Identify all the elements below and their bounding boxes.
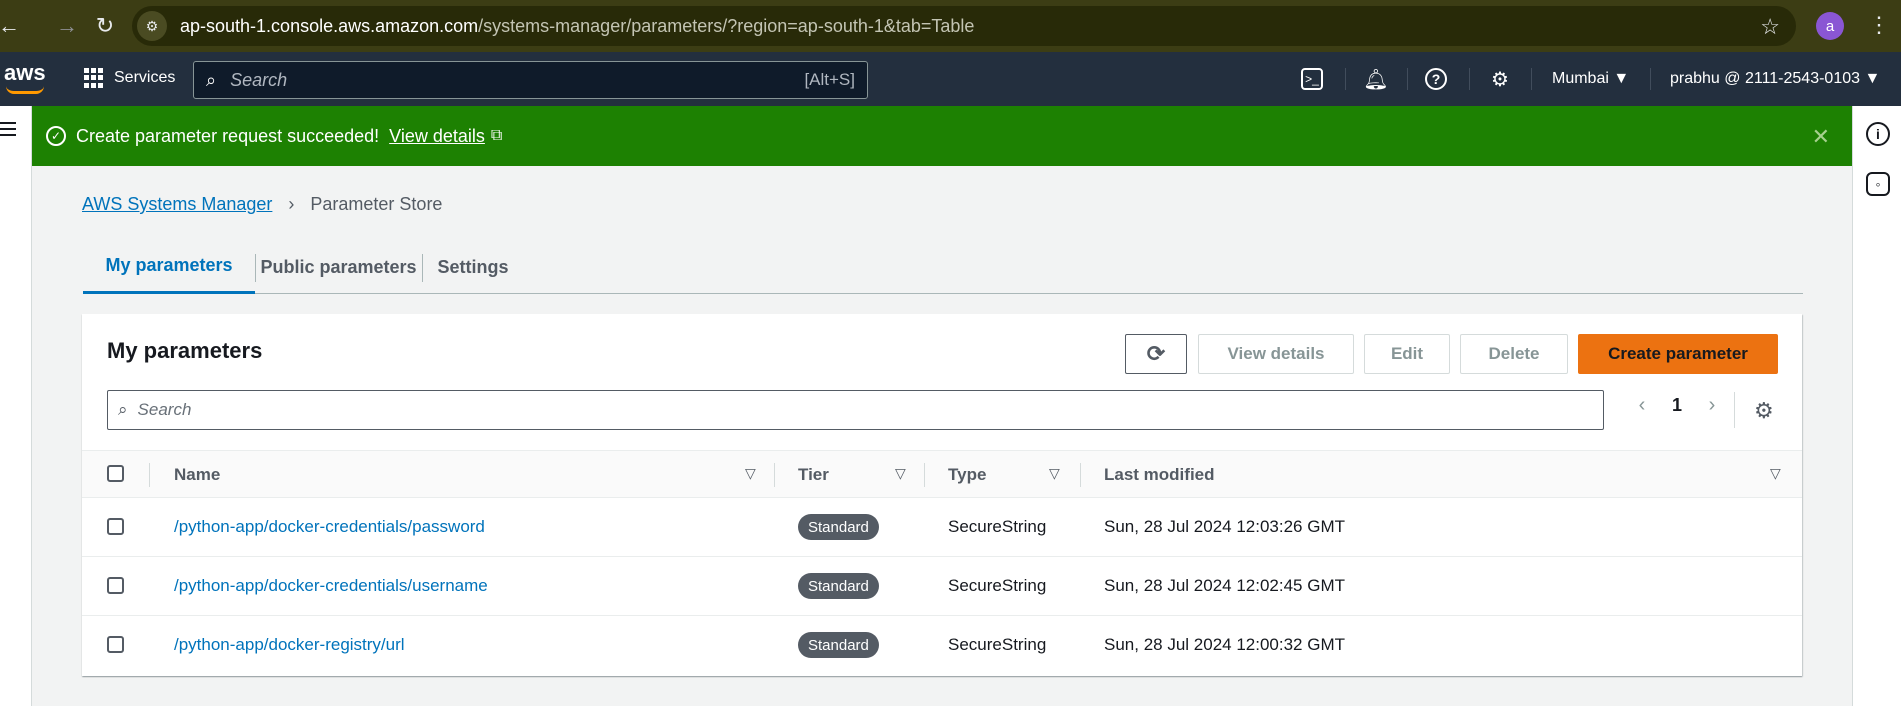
cloudshell-icon[interactable]: >_	[1301, 68, 1323, 90]
resources-hexagon-icon[interactable]: ◦	[1866, 172, 1890, 196]
create-parameter-button[interactable]: Create parameter	[1578, 334, 1778, 374]
flash-view-details-link[interactable]: View details	[389, 126, 485, 147]
help-icon[interactable]: ?	[1425, 68, 1447, 90]
region-selector[interactable]: Mumbai ▼	[1552, 70, 1629, 88]
aws-top-nav: aws Services ⌕ Search [Alt+S] >_ 🔔︎ ? ⚙ …	[0, 52, 1901, 106]
table-title: My parameters	[107, 338, 263, 363]
tab-bar: My parameters Public parameters Settings	[83, 240, 1803, 294]
parameter-type: SecureString	[948, 517, 1047, 536]
dismiss-close-icon[interactable]: ✕	[1812, 124, 1830, 150]
browser-menu-icon[interactable]: ⋮	[1868, 12, 1890, 38]
search-icon: ⌕	[206, 69, 217, 90]
select-all-checkbox[interactable]	[107, 465, 124, 482]
left-rail	[0, 106, 32, 706]
forward-arrow-icon[interactable]: →	[46, 5, 88, 47]
view-details-button[interactable]: View details	[1198, 334, 1354, 374]
main-content: AWS Systems Manager › Parameter Store My…	[32, 166, 1852, 706]
column-header-name[interactable]: Name	[174, 465, 220, 485]
sort-caret-icon[interactable]: ▽	[1049, 465, 1060, 482]
browser-toolbar: ← → ↻ ⚙ ap-south-1.console.aws.amazon.co…	[0, 0, 1901, 52]
column-divider	[774, 463, 775, 487]
settings-gear-icon[interactable]: ⚙	[1487, 66, 1513, 92]
parameters-search-input[interactable]: ⌕ Search	[107, 390, 1604, 430]
tab-settings[interactable]: Settings	[423, 240, 523, 294]
column-header-last-modified[interactable]: Last modified	[1104, 465, 1215, 485]
success-flashbar: ✓ Create parameter request succeeded! Vi…	[32, 106, 1852, 166]
tier-badge: Standard	[798, 573, 879, 599]
column-divider	[924, 463, 925, 487]
search-shortcut: [Alt+S]	[804, 70, 855, 89]
info-panel-icon[interactable]: i	[1866, 122, 1890, 146]
nav-divider	[1345, 68, 1346, 90]
services-grid-icon	[84, 68, 104, 88]
current-page[interactable]: 1	[1657, 395, 1697, 416]
column-divider	[149, 463, 150, 487]
site-settings-icon[interactable]: ⚙	[132, 6, 172, 46]
sort-caret-icon[interactable]: ▽	[895, 465, 906, 482]
last-modified: Sun, 28 Jul 2024 12:02:45 GMT	[1104, 576, 1345, 595]
tier-badge: Standard	[798, 514, 879, 540]
chevron-right-icon: ›	[288, 194, 295, 214]
tab-public-parameters[interactable]: Public parameters	[256, 240, 421, 294]
table-row[interactable]: /python-app/docker-credentials/password …	[82, 498, 1802, 557]
breadcrumb-current: Parameter Store	[310, 194, 443, 214]
table-header: Name ▽ Tier ▽ Type ▽ Last modified ▽	[82, 450, 1802, 498]
last-modified: Sun, 28 Jul 2024 12:00:32 GMT	[1104, 635, 1345, 654]
right-rail: i ◦	[1852, 106, 1901, 706]
last-modified: Sun, 28 Jul 2024 12:03:26 GMT	[1104, 517, 1345, 536]
services-menu[interactable]: Services	[84, 68, 175, 88]
services-label: Services	[114, 69, 176, 86]
parameter-type: SecureString	[948, 576, 1047, 595]
row-checkbox[interactable]	[107, 636, 124, 653]
sort-caret-icon[interactable]: ▽	[1770, 465, 1781, 482]
edit-button[interactable]: Edit	[1364, 334, 1450, 374]
table-preferences-gear-icon[interactable]: ⚙	[1754, 398, 1774, 424]
breadcrumb: AWS Systems Manager › Parameter Store	[82, 194, 442, 215]
pagination: ‹ 1 ›	[1627, 394, 1727, 417]
parameter-name-link[interactable]: /python-app/docker-credentials/username	[174, 576, 488, 596]
next-page-icon[interactable]: ›	[1697, 394, 1727, 417]
aws-search-input[interactable]: ⌕ Search [Alt+S]	[193, 61, 868, 99]
column-header-tier[interactable]: Tier	[798, 465, 829, 485]
address-bar[interactable]: ⚙ ap-south-1.console.aws.amazon.com/syst…	[132, 6, 1796, 46]
parameter-name-link[interactable]: /python-app/docker-registry/url	[174, 635, 405, 655]
breadcrumb-root-link[interactable]: AWS Systems Manager	[82, 194, 272, 215]
nav-divider	[1531, 68, 1532, 90]
delete-button[interactable]: Delete	[1460, 334, 1568, 374]
previous-page-icon[interactable]: ‹	[1627, 394, 1657, 417]
flash-message: Create parameter request succeeded!	[76, 125, 380, 146]
sort-caret-icon[interactable]: ▽	[745, 465, 756, 482]
row-checkbox[interactable]	[107, 577, 124, 594]
back-arrow-icon[interactable]: ←	[0, 5, 24, 47]
column-header-type[interactable]: Type	[948, 465, 986, 485]
nav-divider	[1407, 68, 1408, 90]
reload-icon[interactable]: ↻	[90, 5, 120, 47]
row-checkbox[interactable]	[107, 518, 124, 535]
tier-badge: Standard	[798, 632, 879, 658]
column-divider	[1080, 463, 1081, 487]
bookmark-star-icon[interactable]: ☆	[1760, 14, 1780, 40]
parameter-name-link[interactable]: /python-app/docker-credentials/password	[174, 517, 485, 537]
external-link-icon: ⧉	[490, 127, 503, 144]
pager-divider	[1734, 392, 1735, 428]
table-row[interactable]: /python-app/docker-registry/url Standard…	[82, 616, 1802, 658]
url-text: ap-south-1.console.aws.amazon.com/system…	[180, 15, 975, 36]
parameters-table-container: My parameters ⟳ View details Edit Delete…	[82, 314, 1802, 676]
hamburger-menu-icon[interactable]	[0, 122, 16, 140]
search-placeholder: Search	[137, 400, 192, 419]
refresh-button[interactable]: ⟳	[1125, 334, 1187, 374]
search-placeholder: Search	[230, 69, 288, 90]
success-check-icon: ✓	[46, 126, 66, 146]
aws-logo[interactable]: aws	[4, 60, 48, 98]
account-menu[interactable]: prabhu @ 2111-2543-0103 ▼	[1670, 70, 1880, 88]
tab-my-parameters[interactable]: My parameters	[83, 240, 255, 294]
parameter-type: SecureString	[948, 635, 1047, 654]
search-icon: ⌕	[118, 400, 128, 419]
nav-divider	[1650, 68, 1651, 90]
notifications-bell-icon[interactable]: 🔔︎	[1363, 66, 1389, 92]
profile-avatar[interactable]: a	[1816, 12, 1844, 40]
table-row[interactable]: /python-app/docker-credentials/username …	[82, 557, 1802, 616]
nav-divider	[1469, 68, 1470, 90]
